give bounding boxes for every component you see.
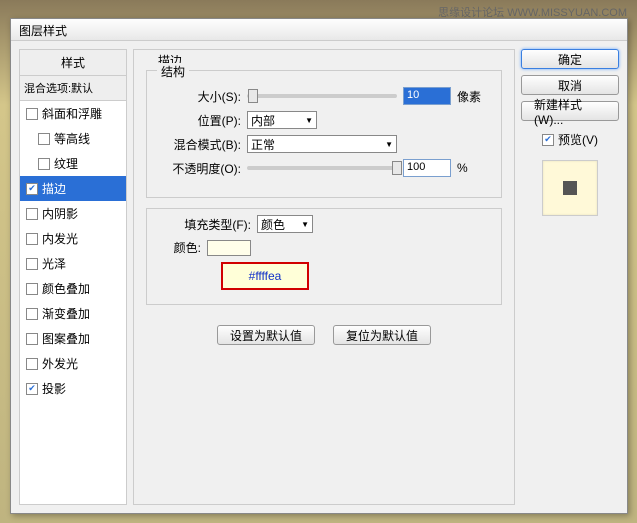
style-item-8[interactable]: 渐变叠加	[20, 301, 126, 326]
style-item-label: 等高线	[54, 130, 90, 147]
style-checkbox[interactable]	[26, 258, 38, 270]
style-checkbox[interactable]	[26, 383, 38, 395]
fill-fieldset: 填充类型(F): 颜色▼ 颜色: #ffffea	[146, 208, 502, 305]
styles-header[interactable]: 样式	[19, 49, 127, 76]
opacity-input[interactable]: 100	[403, 159, 451, 177]
style-item-label: 纹理	[54, 155, 78, 172]
position-label: 位置(P):	[161, 112, 241, 129]
size-row: 大小(S): 10 像素	[161, 87, 487, 105]
color-swatch[interactable]	[207, 240, 251, 256]
style-item-label: 内发光	[42, 230, 78, 247]
size-input[interactable]: 10	[403, 87, 451, 105]
size-unit: 像素	[457, 88, 487, 105]
style-item-6[interactable]: 光泽	[20, 251, 126, 276]
style-list: 斜面和浮雕等高线纹理描边内阴影内发光光泽颜色叠加渐变叠加图案叠加外发光投影	[19, 101, 127, 505]
fill-type-label: 填充类型(F):	[161, 216, 251, 233]
style-checkbox[interactable]	[38, 133, 50, 145]
opacity-slider[interactable]	[247, 166, 397, 170]
preview-checkbox[interactable]	[542, 134, 554, 146]
options-panel: 描边 结构 大小(S): 10 像素 位置(P): 内部▼ 混合模式(B):	[133, 49, 515, 505]
style-checkbox[interactable]	[26, 208, 38, 220]
style-item-label: 颜色叠加	[42, 280, 90, 297]
position-row: 位置(P): 内部▼	[161, 111, 487, 129]
style-checkbox[interactable]	[26, 183, 38, 195]
style-item-label: 斜面和浮雕	[42, 105, 102, 122]
reset-default-button[interactable]: 复位为默认值	[333, 325, 431, 345]
style-item-label: 光泽	[42, 255, 66, 272]
color-label: 颜色:	[161, 239, 201, 256]
style-checkbox[interactable]	[26, 283, 38, 295]
make-default-button[interactable]: 设置为默认值	[217, 325, 315, 345]
style-checkbox[interactable]	[26, 308, 38, 320]
dialog-titlebar[interactable]: 图层样式	[11, 19, 627, 41]
opacity-row: 不透明度(O): 100 %	[161, 159, 487, 177]
blend-mode-dropdown[interactable]: 正常▼	[247, 135, 397, 153]
size-slider[interactable]	[247, 94, 397, 98]
preview-box	[542, 160, 598, 216]
cancel-button[interactable]: 取消	[521, 75, 619, 95]
chevron-down-icon: ▼	[301, 220, 309, 229]
new-style-button[interactable]: 新建样式(W)...	[521, 101, 619, 121]
style-item-label: 内阴影	[42, 205, 78, 222]
style-item-9[interactable]: 图案叠加	[20, 326, 126, 351]
style-item-10[interactable]: 外发光	[20, 351, 126, 376]
blend-mode-label: 混合模式(B):	[161, 136, 241, 153]
blend-mode-row: 混合模式(B): 正常▼	[161, 135, 487, 153]
position-dropdown[interactable]: 内部▼	[247, 111, 317, 129]
opacity-unit: %	[457, 161, 487, 175]
style-item-label: 投影	[42, 380, 66, 397]
layer-style-dialog: 图层样式 样式 混合选项:默认 斜面和浮雕等高线纹理描边内阴影内发光光泽颜色叠加…	[10, 18, 628, 514]
style-item-7[interactable]: 颜色叠加	[20, 276, 126, 301]
style-checkbox[interactable]	[26, 233, 38, 245]
style-checkbox[interactable]	[26, 333, 38, 345]
style-item-0[interactable]: 斜面和浮雕	[20, 101, 126, 126]
style-checkbox[interactable]	[26, 358, 38, 370]
style-item-1[interactable]: 等高线	[20, 126, 126, 151]
structure-legend: 结构	[157, 63, 189, 80]
chevron-down-icon: ▼	[385, 140, 393, 149]
style-checkbox[interactable]	[26, 108, 38, 120]
preview-label: 预览(V)	[558, 131, 598, 148]
style-item-11[interactable]: 投影	[20, 376, 126, 401]
color-hex-callout: #ffffea	[221, 262, 309, 290]
action-panel: 确定 取消 新建样式(W)... 预览(V)	[521, 49, 619, 505]
styles-panel: 样式 混合选项:默认 斜面和浮雕等高线纹理描边内阴影内发光光泽颜色叠加渐变叠加图…	[19, 49, 127, 505]
style-item-3[interactable]: 描边	[20, 176, 126, 201]
preview-swatch	[563, 181, 577, 195]
style-item-label: 渐变叠加	[42, 305, 90, 322]
style-item-label: 外发光	[42, 355, 78, 372]
opacity-label: 不透明度(O):	[161, 160, 241, 177]
blending-options-row[interactable]: 混合选项:默认	[19, 76, 127, 101]
fill-type-dropdown[interactable]: 颜色▼	[257, 215, 313, 233]
chevron-down-icon: ▼	[305, 116, 313, 125]
size-label: 大小(S):	[161, 88, 241, 105]
style-item-4[interactable]: 内阴影	[20, 201, 126, 226]
structure-fieldset: 结构 大小(S): 10 像素 位置(P): 内部▼ 混合模式(B):	[146, 70, 502, 198]
style-item-5[interactable]: 内发光	[20, 226, 126, 251]
style-item-label: 描边	[42, 180, 66, 197]
style-item-2[interactable]: 纹理	[20, 151, 126, 176]
style-checkbox[interactable]	[38, 158, 50, 170]
style-item-label: 图案叠加	[42, 330, 90, 347]
ok-button[interactable]: 确定	[521, 49, 619, 69]
